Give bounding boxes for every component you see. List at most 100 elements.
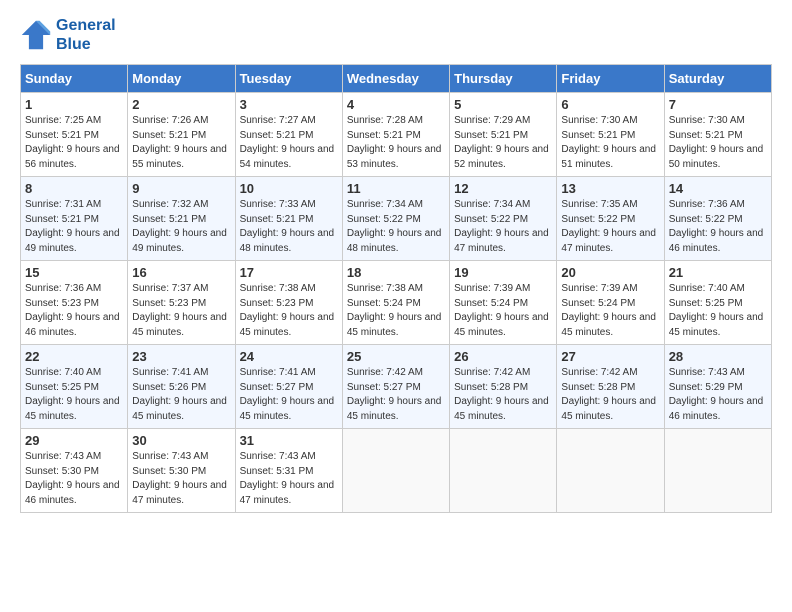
day-info: Sunrise: 7:26 AMSunset: 5:21 PMDaylight:… — [132, 114, 230, 172]
calendar-cell: 6 Sunrise: 7:30 AMSunset: 5:21 PMDayligh… — [557, 93, 664, 177]
calendar-cell: 14 Sunrise: 7:36 AMSunset: 5:22 PMDaylig… — [664, 177, 771, 261]
calendar-cell — [342, 429, 449, 513]
column-header-wednesday: Wednesday — [342, 65, 449, 93]
calendar-cell: 3 Sunrise: 7:27 AMSunset: 5:21 PMDayligh… — [235, 93, 342, 177]
day-number: 31 — [240, 433, 338, 448]
day-info: Sunrise: 7:42 AMSunset: 5:27 PMDaylight:… — [347, 366, 445, 424]
day-info: Sunrise: 7:43 AMSunset: 5:29 PMDaylight:… — [669, 366, 767, 424]
calendar-cell — [664, 429, 771, 513]
day-info: Sunrise: 7:36 AMSunset: 5:23 PMDaylight:… — [25, 282, 123, 340]
day-number: 4 — [347, 97, 445, 112]
day-info: Sunrise: 7:30 AMSunset: 5:21 PMDaylight:… — [669, 114, 767, 172]
calendar-cell: 18 Sunrise: 7:38 AMSunset: 5:24 PMDaylig… — [342, 261, 449, 345]
day-info: Sunrise: 7:34 AMSunset: 5:22 PMDaylight:… — [347, 198, 445, 256]
day-info: Sunrise: 7:43 AMSunset: 5:31 PMDaylight:… — [240, 450, 338, 508]
day-number: 10 — [240, 181, 338, 196]
calendar-cell: 8 Sunrise: 7:31 AMSunset: 5:21 PMDayligh… — [21, 177, 128, 261]
column-header-sunday: Sunday — [21, 65, 128, 93]
column-header-tuesday: Tuesday — [235, 65, 342, 93]
day-info: Sunrise: 7:40 AMSunset: 5:25 PMDaylight:… — [669, 282, 767, 340]
calendar-cell: 4 Sunrise: 7:28 AMSunset: 5:21 PMDayligh… — [342, 93, 449, 177]
calendar-cell: 17 Sunrise: 7:38 AMSunset: 5:23 PMDaylig… — [235, 261, 342, 345]
day-number: 28 — [669, 349, 767, 364]
header-row: SundayMondayTuesdayWednesdayThursdayFrid… — [21, 65, 772, 93]
calendar-cell: 13 Sunrise: 7:35 AMSunset: 5:22 PMDaylig… — [557, 177, 664, 261]
day-number: 24 — [240, 349, 338, 364]
day-info: Sunrise: 7:41 AMSunset: 5:26 PMDaylight:… — [132, 366, 230, 424]
day-number: 15 — [25, 265, 123, 280]
calendar-cell: 1 Sunrise: 7:25 AMSunset: 5:21 PMDayligh… — [21, 93, 128, 177]
calendar-cell: 7 Sunrise: 7:30 AMSunset: 5:21 PMDayligh… — [664, 93, 771, 177]
day-info: Sunrise: 7:37 AMSunset: 5:23 PMDaylight:… — [132, 282, 230, 340]
day-info: Sunrise: 7:29 AMSunset: 5:21 PMDaylight:… — [454, 114, 552, 172]
day-info: Sunrise: 7:32 AMSunset: 5:21 PMDaylight:… — [132, 198, 230, 256]
calendar-cell: 22 Sunrise: 7:40 AMSunset: 5:25 PMDaylig… — [21, 345, 128, 429]
day-info: Sunrise: 7:36 AMSunset: 5:22 PMDaylight:… — [669, 198, 767, 256]
day-number: 8 — [25, 181, 123, 196]
column-header-friday: Friday — [557, 65, 664, 93]
week-row-1: 1 Sunrise: 7:25 AMSunset: 5:21 PMDayligh… — [21, 93, 772, 177]
calendar-cell: 30 Sunrise: 7:43 AMSunset: 5:30 PMDaylig… — [128, 429, 235, 513]
calendar-cell: 9 Sunrise: 7:32 AMSunset: 5:21 PMDayligh… — [128, 177, 235, 261]
calendar-cell: 19 Sunrise: 7:39 AMSunset: 5:24 PMDaylig… — [450, 261, 557, 345]
day-number: 30 — [132, 433, 230, 448]
day-number: 3 — [240, 97, 338, 112]
day-info: Sunrise: 7:33 AMSunset: 5:21 PMDaylight:… — [240, 198, 338, 256]
day-number: 20 — [561, 265, 659, 280]
day-info: Sunrise: 7:43 AMSunset: 5:30 PMDaylight:… — [25, 450, 123, 508]
day-info: Sunrise: 7:38 AMSunset: 5:23 PMDaylight:… — [240, 282, 338, 340]
column-header-saturday: Saturday — [664, 65, 771, 93]
day-number: 14 — [669, 181, 767, 196]
calendar-cell: 25 Sunrise: 7:42 AMSunset: 5:27 PMDaylig… — [342, 345, 449, 429]
day-number: 6 — [561, 97, 659, 112]
day-info: Sunrise: 7:25 AMSunset: 5:21 PMDaylight:… — [25, 114, 123, 172]
day-number: 5 — [454, 97, 552, 112]
day-info: Sunrise: 7:35 AMSunset: 5:22 PMDaylight:… — [561, 198, 659, 256]
calendar-cell: 16 Sunrise: 7:37 AMSunset: 5:23 PMDaylig… — [128, 261, 235, 345]
calendar-cell: 28 Sunrise: 7:43 AMSunset: 5:29 PMDaylig… — [664, 345, 771, 429]
day-info: Sunrise: 7:40 AMSunset: 5:25 PMDaylight:… — [25, 366, 123, 424]
day-number: 27 — [561, 349, 659, 364]
calendar-cell: 23 Sunrise: 7:41 AMSunset: 5:26 PMDaylig… — [128, 345, 235, 429]
day-info: Sunrise: 7:30 AMSunset: 5:21 PMDaylight:… — [561, 114, 659, 172]
day-number: 23 — [132, 349, 230, 364]
day-info: Sunrise: 7:42 AMSunset: 5:28 PMDaylight:… — [454, 366, 552, 424]
day-number: 19 — [454, 265, 552, 280]
column-header-monday: Monday — [128, 65, 235, 93]
day-info: Sunrise: 7:42 AMSunset: 5:28 PMDaylight:… — [561, 366, 659, 424]
day-info: Sunrise: 7:41 AMSunset: 5:27 PMDaylight:… — [240, 366, 338, 424]
day-info: Sunrise: 7:43 AMSunset: 5:30 PMDaylight:… — [132, 450, 230, 508]
day-number: 17 — [240, 265, 338, 280]
calendar-cell: 26 Sunrise: 7:42 AMSunset: 5:28 PMDaylig… — [450, 345, 557, 429]
day-number: 21 — [669, 265, 767, 280]
day-number: 1 — [25, 97, 123, 112]
week-row-4: 22 Sunrise: 7:40 AMSunset: 5:25 PMDaylig… — [21, 345, 772, 429]
calendar-cell — [557, 429, 664, 513]
day-info: Sunrise: 7:39 AMSunset: 5:24 PMDaylight:… — [561, 282, 659, 340]
week-row-5: 29 Sunrise: 7:43 AMSunset: 5:30 PMDaylig… — [21, 429, 772, 513]
calendar-cell: 31 Sunrise: 7:43 AMSunset: 5:31 PMDaylig… — [235, 429, 342, 513]
day-number: 9 — [132, 181, 230, 196]
day-info: Sunrise: 7:27 AMSunset: 5:21 PMDaylight:… — [240, 114, 338, 172]
day-number: 7 — [669, 97, 767, 112]
day-number: 12 — [454, 181, 552, 196]
page-header: General Blue — [20, 16, 772, 54]
day-number: 29 — [25, 433, 123, 448]
logo-icon — [20, 19, 52, 51]
day-number: 18 — [347, 265, 445, 280]
day-number: 16 — [132, 265, 230, 280]
day-number: 26 — [454, 349, 552, 364]
day-info: Sunrise: 7:28 AMSunset: 5:21 PMDaylight:… — [347, 114, 445, 172]
day-number: 13 — [561, 181, 659, 196]
calendar-cell: 5 Sunrise: 7:29 AMSunset: 5:21 PMDayligh… — [450, 93, 557, 177]
calendar-cell: 11 Sunrise: 7:34 AMSunset: 5:22 PMDaylig… — [342, 177, 449, 261]
week-row-3: 15 Sunrise: 7:36 AMSunset: 5:23 PMDaylig… — [21, 261, 772, 345]
day-info: Sunrise: 7:39 AMSunset: 5:24 PMDaylight:… — [454, 282, 552, 340]
calendar-cell: 20 Sunrise: 7:39 AMSunset: 5:24 PMDaylig… — [557, 261, 664, 345]
day-number: 22 — [25, 349, 123, 364]
calendar-cell: 27 Sunrise: 7:42 AMSunset: 5:28 PMDaylig… — [557, 345, 664, 429]
day-info: Sunrise: 7:31 AMSunset: 5:21 PMDaylight:… — [25, 198, 123, 256]
column-header-thursday: Thursday — [450, 65, 557, 93]
calendar-cell: 15 Sunrise: 7:36 AMSunset: 5:23 PMDaylig… — [21, 261, 128, 345]
calendar-cell: 12 Sunrise: 7:34 AMSunset: 5:22 PMDaylig… — [450, 177, 557, 261]
